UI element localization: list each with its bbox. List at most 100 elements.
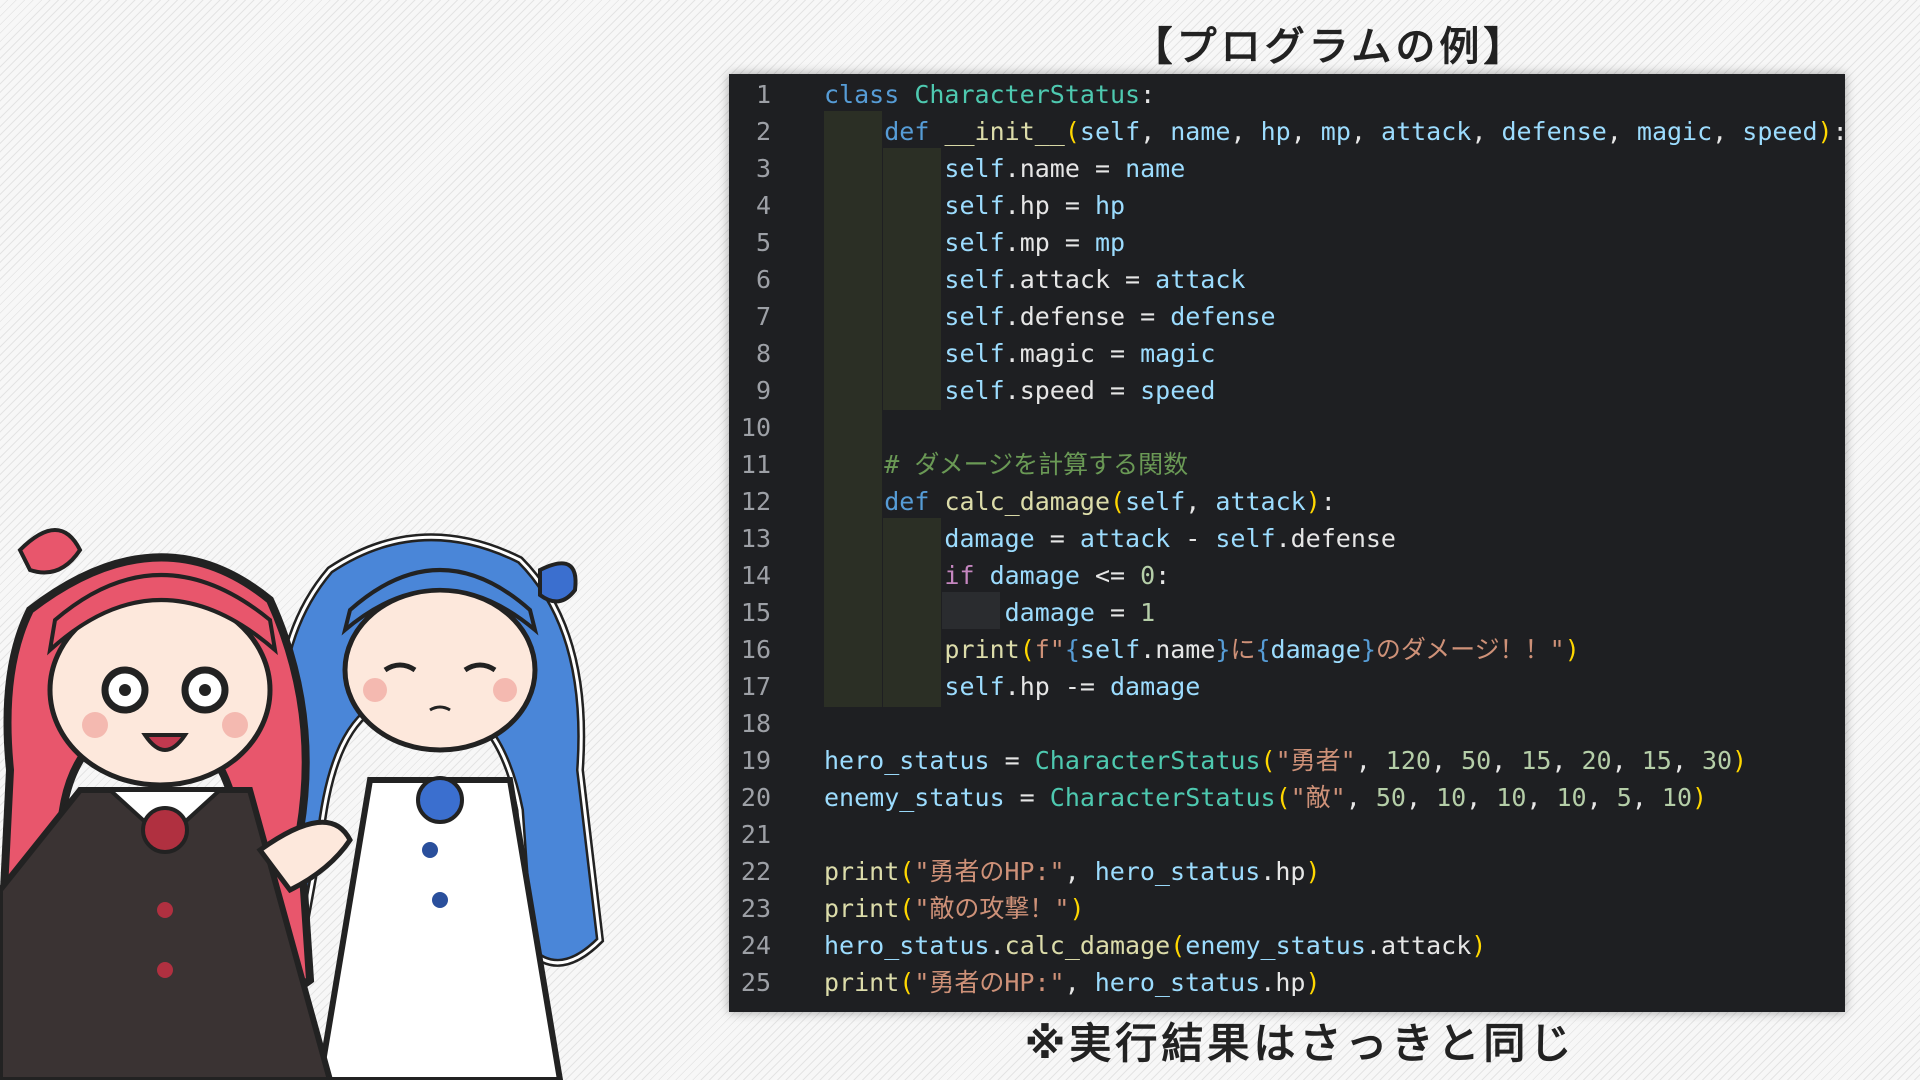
code-token: self bbox=[944, 154, 1005, 183]
code-line: 8 self.magic = magic bbox=[729, 335, 1845, 372]
code-token: ( bbox=[899, 857, 915, 886]
code-token: ( bbox=[1064, 117, 1080, 146]
code-token: defense bbox=[1170, 302, 1276, 331]
code-text: self.attack = attack bbox=[824, 261, 1245, 298]
code-token: speed bbox=[1742, 117, 1818, 146]
code-token: self bbox=[944, 376, 1005, 405]
code-token: , bbox=[1345, 783, 1376, 812]
code-token: : bbox=[1155, 561, 1171, 590]
code-token: self bbox=[944, 228, 1005, 257]
code-line: 7 self.defense = defense bbox=[729, 298, 1845, 335]
code-line: 14 if damage <= 0: bbox=[729, 557, 1845, 594]
code-token: } bbox=[1360, 635, 1376, 664]
line-number: 23 bbox=[740, 894, 771, 923]
code-text: damage = 1 bbox=[824, 594, 1156, 631]
code-token: 10 bbox=[1436, 783, 1467, 812]
code-token: if bbox=[944, 561, 990, 590]
code-token: # ダメージを計算する関数 bbox=[884, 450, 1189, 479]
characters-illustration bbox=[0, 528, 605, 1080]
code-token: 15 bbox=[1521, 746, 1552, 775]
code-token: : bbox=[1320, 487, 1336, 516]
code-token: ) bbox=[1305, 857, 1321, 886]
code-token: , bbox=[1064, 968, 1095, 997]
line-number: 7 bbox=[755, 302, 771, 331]
code-token: : bbox=[1833, 117, 1845, 146]
line-number: 21 bbox=[740, 820, 771, 849]
code-text: def __init__(self, name, hp, mp, attack,… bbox=[824, 113, 1845, 150]
code-token: hero_status bbox=[1094, 857, 1261, 886]
code-token: ) bbox=[1069, 894, 1085, 923]
code-token: .hp bbox=[1260, 968, 1306, 997]
code-token: , bbox=[1466, 783, 1497, 812]
code-token: ( bbox=[1019, 635, 1035, 664]
line-number: 18 bbox=[740, 709, 771, 738]
code-line: 4 self.hp = hp bbox=[729, 187, 1845, 224]
code-token: , bbox=[1611, 746, 1642, 775]
code-text: def calc_damage(self, attack): bbox=[824, 483, 1336, 520]
code-token: f" bbox=[1034, 635, 1065, 664]
code-token: , bbox=[1185, 487, 1216, 516]
code-line: 24 hero_status.calc_damage(enemy_status.a… bbox=[729, 927, 1845, 964]
code-token: self bbox=[944, 265, 1005, 294]
code-token: self bbox=[944, 191, 1005, 220]
code-token: , bbox=[1230, 117, 1261, 146]
line-number: 3 bbox=[755, 154, 771, 183]
code-token: 10 bbox=[1556, 783, 1587, 812]
code-token: 10 bbox=[1661, 783, 1692, 812]
line-number: 20 bbox=[740, 783, 771, 812]
code-token: = bbox=[1034, 524, 1080, 553]
line-number: 10 bbox=[740, 413, 771, 442]
code-token: __init__ bbox=[944, 117, 1065, 146]
code-token: , bbox=[1430, 746, 1462, 775]
code-token: のダメージ！！" bbox=[1375, 635, 1565, 664]
code-token: damage bbox=[1270, 635, 1361, 664]
code-token: 0 bbox=[1140, 561, 1156, 590]
code-token: , bbox=[1405, 783, 1437, 812]
code-token: magic bbox=[1636, 117, 1713, 146]
code-line: 5 self.mp = mp bbox=[729, 224, 1845, 261]
line-number: 13 bbox=[740, 524, 771, 553]
code-text: self.name = name bbox=[824, 150, 1185, 187]
code-token: 5 bbox=[1616, 783, 1632, 812]
code-line: 16 print(f"{self.name}に{damage}のダメージ！！") bbox=[729, 631, 1845, 668]
code-token: "勇者" bbox=[1275, 746, 1356, 775]
code-line: 21 bbox=[729, 816, 1845, 853]
code-text: hero_status = CharacterStatus("勇者", 120,… bbox=[824, 742, 1747, 779]
code-token: print bbox=[824, 857, 900, 886]
code-token: .attack = bbox=[1004, 265, 1156, 294]
code-token: hero_status bbox=[824, 746, 990, 775]
code-token: self bbox=[944, 339, 1005, 368]
code-token: ) bbox=[1564, 635, 1580, 664]
code-token: , bbox=[1491, 746, 1522, 775]
code-token: name bbox=[1170, 117, 1231, 146]
line-number: 16 bbox=[740, 635, 771, 664]
code-token: = bbox=[1094, 598, 1141, 627]
code-token: 30 bbox=[1701, 746, 1733, 775]
code-token: .hp = bbox=[1004, 191, 1095, 220]
line-number: 17 bbox=[740, 672, 771, 701]
code-token: ( bbox=[1275, 783, 1291, 812]
code-line: 25 print("勇者のHP:", hero_status.hp) bbox=[729, 964, 1845, 1001]
code-token: self bbox=[1125, 487, 1186, 516]
code-token: print bbox=[944, 635, 1020, 664]
code-token: ( bbox=[899, 894, 915, 923]
code-token: 50 bbox=[1461, 746, 1492, 775]
code-text: damage = attack - self.defense bbox=[824, 520, 1396, 557]
line-number: 19 bbox=[740, 746, 771, 775]
code-token: 120 bbox=[1385, 746, 1431, 775]
code-token: } bbox=[1215, 635, 1231, 664]
code-token: "勇者のHP:" bbox=[914, 968, 1065, 997]
code-token: , bbox=[1712, 117, 1743, 146]
code-token: ) bbox=[1817, 117, 1833, 146]
line-number: 24 bbox=[740, 931, 771, 960]
code-token: .hp -= bbox=[1004, 672, 1110, 701]
code-token: .name = bbox=[1004, 154, 1126, 183]
